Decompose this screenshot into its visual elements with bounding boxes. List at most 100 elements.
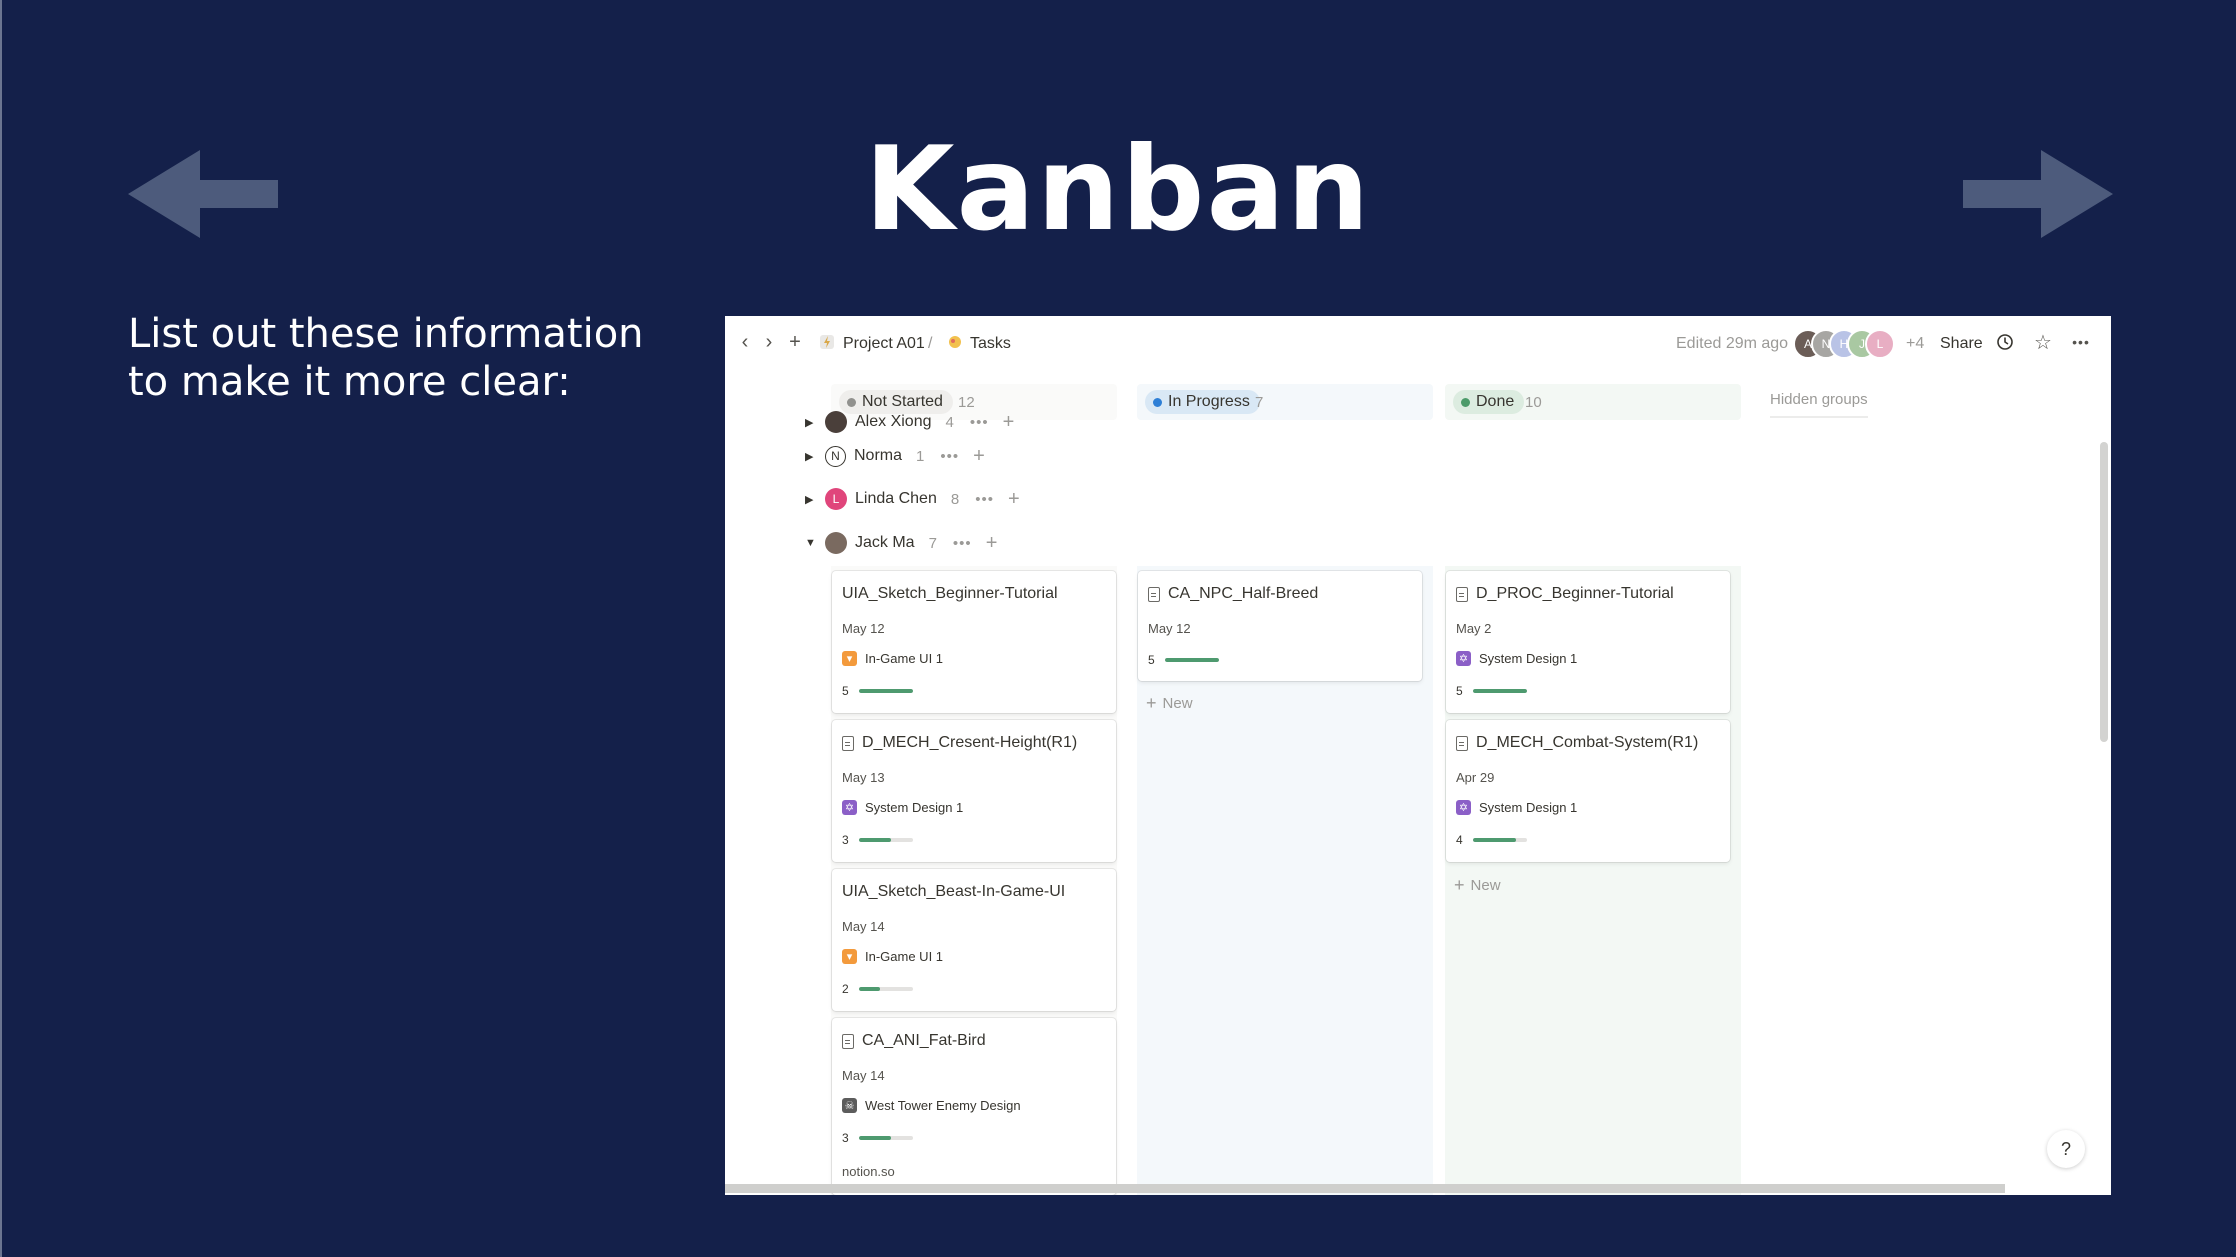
- slide-caption: List out these information to make it mo…: [128, 310, 688, 406]
- card-progress: 3: [842, 1131, 913, 1145]
- card-tag: ☠ West Tower Enemy Design: [842, 1098, 1021, 1113]
- card-tag: ▾ In-Game UI 1: [842, 651, 943, 666]
- card-title: UIA_Sketch_Beast-In-Game-UI: [842, 883, 1066, 900]
- card-date: May 14: [842, 1068, 885, 1083]
- more-members-count[interactable]: +4: [1906, 334, 1924, 354]
- task-card[interactable]: CA_NPC_Half-Breed May 12 5: [1138, 571, 1422, 681]
- share-button[interactable]: Share: [1940, 334, 1983, 354]
- card-footer-text: notion.so: [842, 1164, 895, 1179]
- document-icon: [1456, 586, 1468, 602]
- system-design-icon: ✡: [1456, 651, 1471, 666]
- fox-icon: ▾: [842, 651, 857, 666]
- new-card-button[interactable]: + New: [1454, 875, 1501, 896]
- collapsed-caret-icon[interactable]: ▶: [805, 450, 825, 463]
- group-count: 8: [950, 490, 960, 508]
- help-button[interactable]: ?: [2047, 1130, 2085, 1168]
- status-dot: [847, 397, 856, 407]
- caption-line-2: to make it more clear:: [128, 359, 571, 405]
- column-label: Done: [1476, 393, 1515, 410]
- expanded-caret-icon[interactable]: ▼: [805, 537, 825, 549]
- breadcrumb-page[interactable]: Tasks: [970, 334, 1011, 354]
- task-card[interactable]: UIA_Sketch_Beginner-Tutorial May 12 ▾ In…: [832, 571, 1116, 713]
- card-date: May 2: [1456, 621, 1492, 636]
- add-page-icon[interactable]: +: [783, 330, 807, 354]
- document-icon: [842, 1033, 854, 1049]
- skull-icon: ☠: [842, 1098, 857, 1113]
- group-options-icon[interactable]: •••: [975, 491, 994, 508]
- fox-icon: ▾: [842, 949, 857, 964]
- progress-bar: [858, 987, 913, 991]
- more-options-icon[interactable]: •••: [2069, 330, 2093, 354]
- group-add-icon[interactable]: +: [973, 445, 985, 468]
- group-options-icon[interactable]: •••: [970, 414, 989, 431]
- card-date: May 14: [842, 919, 885, 934]
- task-card[interactable]: CA_ANI_Fat-Bird May 14 ☠ West Tower Enem…: [832, 1018, 1116, 1195]
- card-progress: 4: [1456, 833, 1527, 847]
- card-date: May 12: [1148, 621, 1191, 636]
- avatar: [825, 532, 847, 554]
- next-arrow-icon[interactable]: [1963, 150, 2113, 238]
- tasks-icon: [943, 330, 967, 354]
- top-bar: ‹ › + Project A01 / Tasks Edited 29m ago…: [725, 316, 2111, 372]
- column-done[interactable]: Done 10: [1445, 384, 1741, 420]
- history-icon[interactable]: [1993, 330, 2017, 354]
- caption-line-1: List out these information: [128, 311, 644, 357]
- breadcrumb-workspace[interactable]: Project A01: [843, 334, 925, 354]
- group-count: 7: [928, 534, 937, 552]
- group-linda-chen[interactable]: ▶ L Linda Chen 8 ••• +: [805, 485, 1020, 513]
- favorite-star-icon[interactable]: ☆: [2031, 330, 2055, 354]
- vertical-scrollbar[interactable]: [2100, 442, 2108, 742]
- hidden-groups-label[interactable]: Hidden groups: [1770, 390, 1868, 418]
- card-title: UIA_Sketch_Beginner-Tutorial: [842, 585, 1058, 602]
- group-add-icon[interactable]: +: [986, 532, 998, 555]
- back-icon[interactable]: ‹: [733, 330, 757, 354]
- kanban-screenshot: ‹ › + Project A01 / Tasks Edited 29m ago…: [725, 316, 2111, 1195]
- card-title: D_PROC_Beginner-Tutorial: [1456, 585, 1674, 603]
- workspace-icon: [815, 330, 839, 354]
- breadcrumb-separator: /: [928, 335, 933, 352]
- forward-icon[interactable]: ›: [757, 330, 781, 354]
- group-norma[interactable]: ▶ N Norma 1 ••• +: [805, 442, 985, 470]
- card-progress: 5: [1148, 653, 1219, 667]
- card-title: D_MECH_Cresent-Height(R1): [842, 734, 1077, 752]
- group-name: Alex Xiong: [855, 413, 932, 430]
- system-design-icon: ✡: [842, 800, 857, 815]
- document-icon: [842, 735, 854, 751]
- avatar: L: [825, 488, 847, 510]
- collapsed-caret-icon[interactable]: ▶: [805, 493, 825, 506]
- collapsed-caret-icon[interactable]: ▶: [805, 416, 825, 429]
- plus-icon: +: [1454, 875, 1465, 895]
- status-dot: [1461, 397, 1470, 407]
- card-tag: ✡ System Design 1: [1456, 800, 1577, 815]
- progress-bar: [1472, 689, 1527, 693]
- card-progress: 2: [842, 982, 913, 996]
- group-alex-xiong[interactable]: ▶ Alex Xiong 4 ••• +: [805, 408, 1014, 436]
- card-date: May 12: [842, 621, 885, 636]
- task-card[interactable]: D_PROC_Beginner-Tutorial May 2 ✡ System …: [1446, 571, 1730, 713]
- system-design-icon: ✡: [1456, 800, 1471, 815]
- progress-bar: [858, 689, 913, 693]
- new-card-button[interactable]: + New: [1146, 693, 1193, 714]
- horizontal-scrollbar[interactable]: [725, 1184, 2005, 1193]
- card-tag: ▾ In-Game UI 1: [842, 949, 943, 964]
- group-name: Jack Ma: [855, 534, 915, 551]
- column-in-progress[interactable]: In Progress 7: [1137, 384, 1433, 420]
- task-card[interactable]: D_MECH_Cresent-Height(R1) May 13 ✡ Syste…: [832, 720, 1116, 862]
- column-count: 10: [1525, 394, 1542, 411]
- task-card[interactable]: D_MECH_Combat-System(R1) Apr 29 ✡ System…: [1446, 720, 1730, 862]
- group-options-icon[interactable]: •••: [940, 448, 959, 465]
- card-title: CA_NPC_Half-Breed: [1148, 585, 1318, 603]
- column-count: 7: [1255, 394, 1264, 411]
- progress-bar: [1164, 658, 1219, 662]
- card-title: D_MECH_Combat-System(R1): [1456, 734, 1698, 752]
- group-add-icon[interactable]: +: [1003, 411, 1015, 434]
- task-card[interactable]: UIA_Sketch_Beast-In-Game-UI May 14 ▾ In-…: [832, 869, 1116, 1011]
- card-date: May 13: [842, 770, 885, 785]
- group-options-icon[interactable]: •••: [953, 535, 972, 552]
- group-add-icon[interactable]: +: [1008, 488, 1020, 511]
- group-jack-ma[interactable]: ▼ Jack Ma 7 ••• +: [805, 529, 997, 557]
- card-tag: ✡ System Design 1: [1456, 651, 1577, 666]
- status-pill-done: Done: [1453, 390, 1525, 414]
- avatar: [825, 411, 847, 433]
- avatar[interactable]: L: [1865, 329, 1895, 359]
